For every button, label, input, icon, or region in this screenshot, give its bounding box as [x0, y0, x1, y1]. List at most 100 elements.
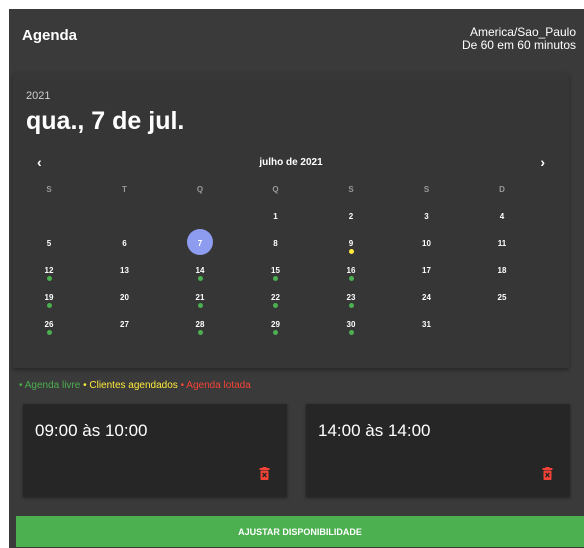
calendar-day[interactable]: 11: [488, 237, 516, 259]
day-number: 23: [346, 293, 356, 302]
day-number: 16: [346, 266, 356, 275]
interval-label: De 60 em 60 minutos: [461, 38, 576, 52]
time-slot-card: 14:00 às 14:00: [306, 404, 570, 497]
day-status-dot: [197, 330, 203, 335]
weekday-header: Q: [272, 185, 279, 194]
calendar-day[interactable]: 10: [413, 237, 441, 259]
legend-item: • Agenda lotada: [180, 380, 251, 391]
day-status-dot: [348, 276, 354, 281]
day-number: 7: [197, 239, 203, 248]
weekday-header: S: [46, 185, 52, 194]
calendar-day[interactable]: 12: [35, 264, 63, 286]
day-number: 3: [424, 212, 429, 221]
weekday-header: Q: [196, 185, 204, 194]
delete-slot-button[interactable]: [542, 467, 553, 485]
next-month-button[interactable]: ›: [540, 154, 545, 170]
calendar-day[interactable]: 9: [337, 237, 365, 259]
calendar-day[interactable]: 31: [413, 318, 441, 340]
calendar-day[interactable]: 20: [111, 291, 139, 313]
day-number: 9: [348, 239, 354, 248]
day-number: 6: [122, 239, 127, 248]
day-number: 25: [497, 293, 507, 302]
delete-slot-button[interactable]: [259, 467, 270, 485]
trash-icon: [259, 467, 270, 480]
calendar-day[interactable]: 13: [111, 264, 139, 286]
day-number: 31: [422, 320, 431, 329]
day-number: 4: [499, 212, 505, 221]
calendar-day[interactable]: 24: [413, 291, 441, 313]
weekday-header: S: [348, 185, 354, 194]
calendar-day[interactable]: 2: [337, 210, 365, 232]
calendar-day[interactable]: 27: [111, 318, 139, 340]
day-number: 17: [422, 266, 431, 275]
calendar-day[interactable]: 8: [262, 237, 290, 259]
calendar-day[interactable]: 16: [337, 264, 365, 286]
day-status-dot: [46, 276, 52, 281]
status-legend: • Agenda livre • Clientes agendados • Ag…: [19, 380, 251, 391]
calendar-day[interactable]: 21: [186, 291, 214, 313]
adjust-availability-button[interactable]: AJUSTAR DISPONIBILIDADE: [16, 516, 584, 547]
time-slot-label: 14:00 às 14:00: [318, 421, 431, 440]
day-number: 10: [422, 239, 431, 248]
day-number: 29: [271, 320, 280, 329]
day-number: 14: [195, 266, 205, 275]
day-status-dot: [348, 303, 354, 308]
month-label: julho de 2021: [259, 157, 323, 168]
calendar-day[interactable]: 22: [262, 291, 290, 313]
day-number: 20: [120, 293, 129, 302]
day-number: 28: [195, 320, 205, 329]
time-slot-card: 09:00 às 10:00: [23, 404, 287, 497]
agenda-settings-info: America/Sao_Paulo De 60 em 60 minutos: [462, 26, 576, 52]
calendar-day[interactable]: 25: [488, 291, 516, 313]
calendar-day[interactable]: 28: [186, 318, 214, 340]
calendar-day[interactable]: 26: [35, 318, 63, 340]
day-number: 24: [422, 293, 431, 302]
day-number: 2: [348, 212, 354, 221]
calendar-day[interactable]: 5: [35, 237, 63, 259]
day-status-dot: [197, 276, 203, 281]
weekday-header: D: [499, 185, 505, 194]
year-label[interactable]: 2021: [26, 90, 50, 102]
chevron-right-icon: ›: [540, 154, 545, 170]
day-number: 26: [44, 320, 54, 329]
day-number: 30: [346, 320, 356, 329]
calendar-day[interactable]: 7: [186, 237, 214, 259]
legend-item: • Agenda livre: [19, 380, 84, 391]
day-number: 13: [120, 266, 129, 275]
calendar-day[interactable]: 18: [488, 264, 516, 286]
legend-item: • Clientes agendados: [83, 380, 181, 391]
day-number: 27: [120, 320, 129, 329]
day-status-dot: [273, 276, 278, 281]
day-status-dot: [197, 303, 203, 308]
calendar-day[interactable]: 17: [413, 264, 441, 286]
calendar-day[interactable]: 14: [186, 264, 214, 286]
time-slot-label: 09:00 às 10:00: [35, 421, 148, 440]
weekday-header: S: [423, 185, 430, 194]
calendar-day[interactable]: 23: [337, 291, 365, 313]
calendar-day[interactable]: 19: [35, 291, 63, 313]
day-number: 18: [497, 266, 507, 275]
day-number: 12: [44, 266, 54, 275]
day-number: 21: [195, 293, 205, 302]
day-number: 1: [273, 212, 278, 221]
calendar-day[interactable]: 15: [262, 264, 290, 286]
date-picker: 2021 qua., 7 de jul. ‹ julho de 2021 › S…: [13, 73, 569, 368]
day-number: 5: [46, 239, 52, 248]
trash-icon: [542, 467, 553, 480]
calendar-day[interactable]: 4: [488, 210, 516, 232]
day-status-dot: [273, 330, 278, 335]
calendar-day[interactable]: 1: [262, 210, 290, 232]
day-number: 15: [271, 266, 280, 275]
day-status-dot: [348, 249, 354, 254]
day-number: 22: [271, 293, 280, 302]
selected-date-heading: qua., 7 de jul.: [26, 107, 185, 135]
weekday-header: T: [122, 185, 127, 194]
day-status-dot: [273, 303, 278, 308]
calendar-day[interactable]: 29: [262, 318, 290, 340]
calendar-day[interactable]: 30: [337, 318, 365, 340]
day-number: 19: [44, 293, 54, 302]
day-status-dot: [46, 330, 52, 335]
agenda-title: Agenda: [22, 27, 78, 44]
calendar-day[interactable]: 6: [111, 237, 139, 259]
calendar-day[interactable]: 3: [413, 210, 441, 232]
